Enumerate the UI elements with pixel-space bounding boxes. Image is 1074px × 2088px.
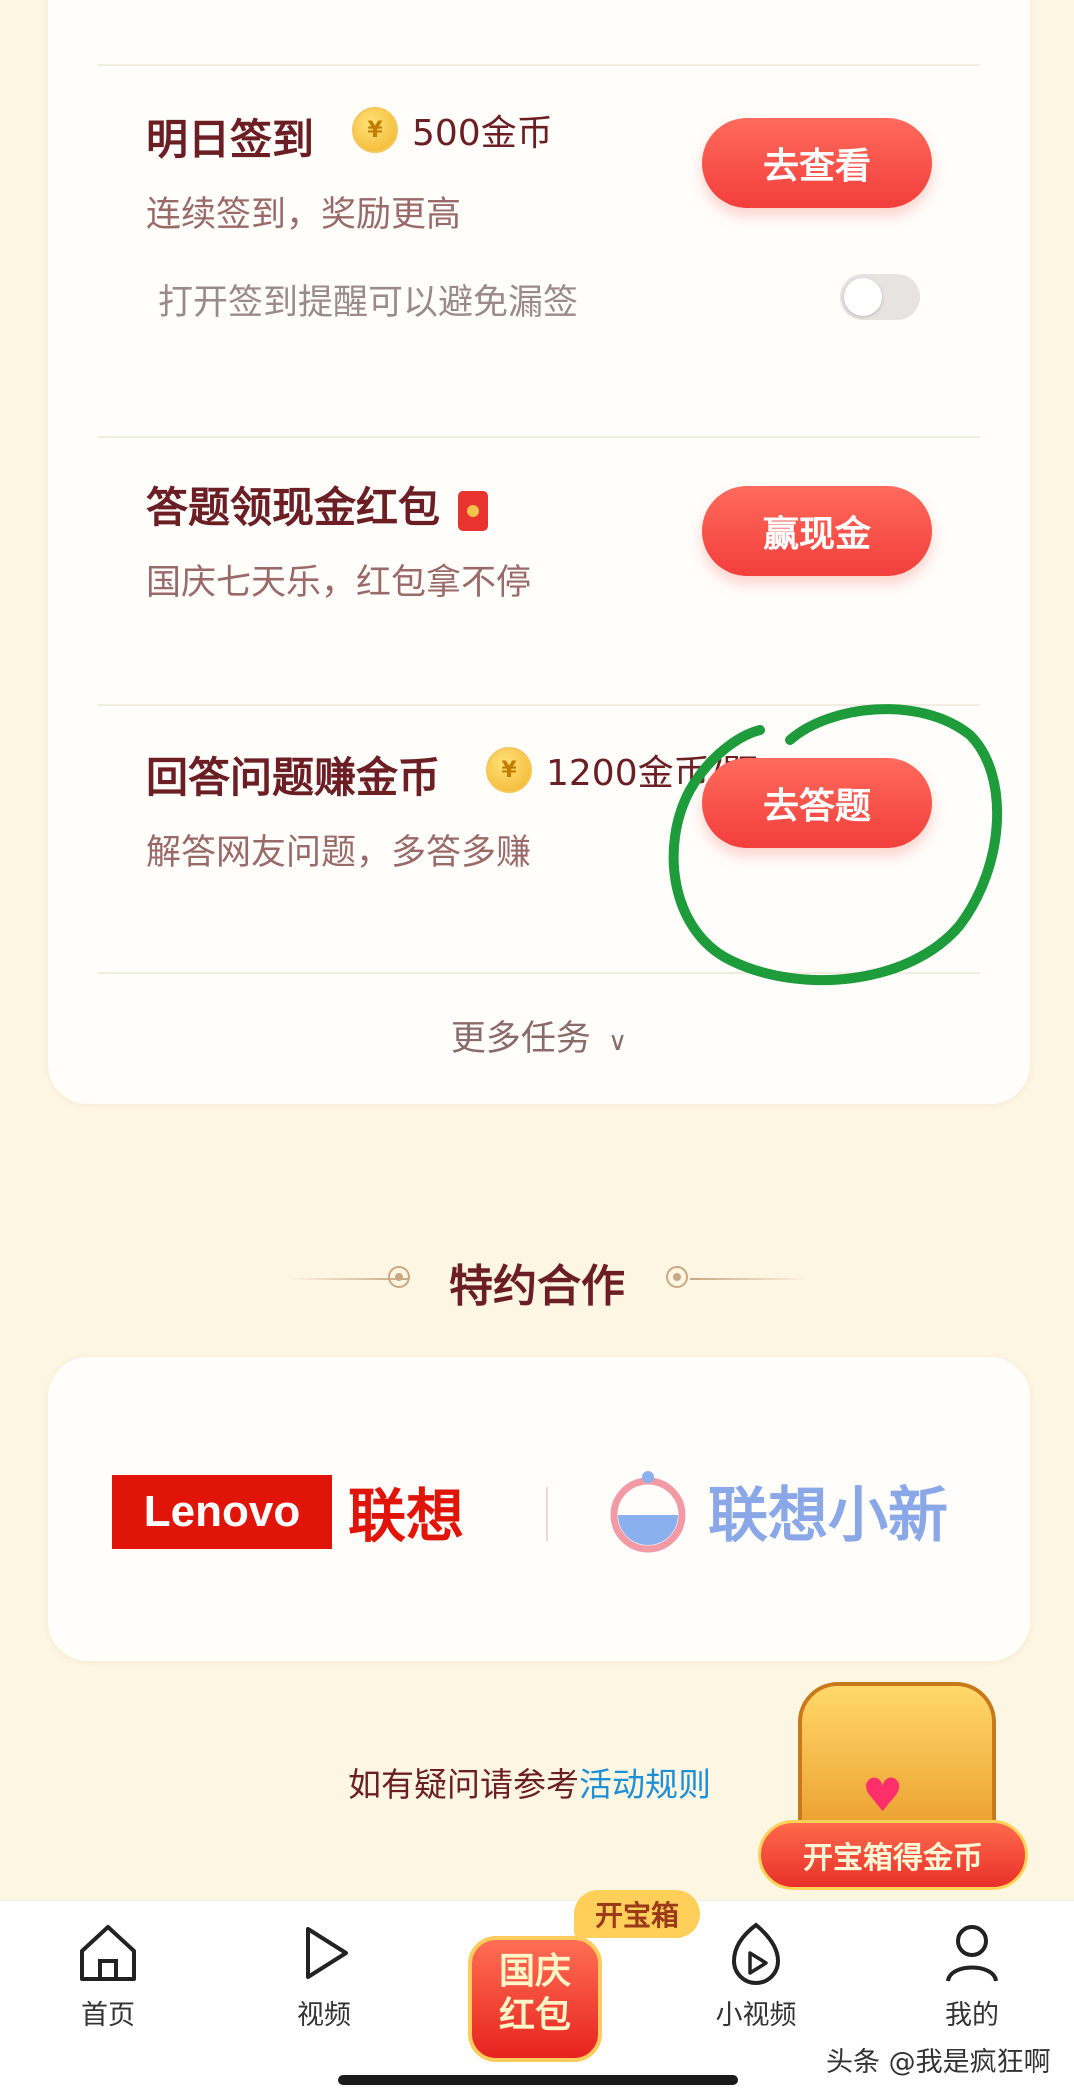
tab-label: 小视频: [715, 2000, 797, 2031]
ornament-dot: [666, 1266, 688, 1288]
task-quiz-redpacket: 答题领现金红包 国庆七天乐，红包拿不停 赢现金: [98, 436, 980, 704]
win-cash-button[interactable]: 赢现金: [702, 486, 932, 576]
annotation-circle: [668, 704, 1003, 986]
tab-label: 首页: [81, 2000, 135, 2031]
activity-rules-link[interactable]: 活动规则: [579, 1765, 711, 1804]
tab-video[interactable]: 视频: [244, 1901, 404, 2088]
open-chest-badge[interactable]: 开宝箱: [574, 1890, 700, 1938]
home-icon: [80, 1925, 136, 1981]
task-title-text: 答题领现金红包: [146, 483, 441, 532]
tab-small-video[interactable]: 小视频: [676, 1901, 836, 2088]
open-chest-button[interactable]: 开宝箱得金币: [758, 1820, 1028, 1890]
reminder-toggle[interactable]: [840, 274, 920, 320]
tab-national-day-redpacket[interactable]: 国庆 红包: [460, 1928, 610, 2078]
treasure-chest-widget[interactable]: ♥ 开宝箱得金币: [758, 1660, 1028, 1890]
task-subtitle: 解答网友问题，多答多赚: [146, 833, 532, 873]
chevron-down-icon: ∨: [608, 1027, 628, 1057]
ornament-right: [690, 1278, 810, 1280]
tab-home[interactable]: 首页: [28, 1901, 188, 2088]
reminder-label: 打开签到提醒可以避免漏签: [158, 283, 579, 323]
red-packet-icon: [458, 490, 489, 531]
task-title: 明日签到: [146, 115, 315, 164]
user-icon: [946, 1925, 998, 1982]
coin-icon: ¥: [486, 747, 532, 793]
help-label: 如有疑问请参考: [348, 1765, 579, 1804]
task-title: 回答问题赚金币: [146, 753, 441, 802]
tab-label: 视频: [297, 2000, 351, 2031]
watermark: 头条 @我是疯狂啊: [826, 2047, 1051, 2078]
help-text: 如有疑问请参考活动规则: [348, 1758, 711, 1806]
center-line-2: 红包: [498, 1995, 571, 2036]
task-checkin: 明日签到 ¥ 500金币 连续签到，奖励更高 去查看 打开签到提醒可以避免漏签: [98, 64, 980, 436]
partner-card: Lenovo 联想 联想小新: [48, 1357, 1030, 1661]
reward-amount: 500金币: [412, 113, 553, 154]
lenovo-cn-logo: 联想: [348, 1482, 465, 1550]
task-reward: ¥ 500金币: [352, 104, 553, 156]
logo-divider: [546, 1487, 548, 1541]
play-icon: [306, 1927, 348, 1979]
tab-label: 我的: [945, 2000, 999, 2031]
lenovo-logo: Lenovo: [112, 1475, 332, 1549]
toggle-knob: [844, 278, 882, 316]
task-subtitle: 国庆七天乐，红包拿不停: [146, 563, 532, 603]
small-video-icon: [731, 1922, 781, 1985]
section-title: 特约合作: [449, 1261, 625, 1312]
more-tasks-label: 更多任务: [450, 1019, 591, 1059]
heart-icon: ♥: [862, 1768, 904, 1822]
xiaoxin-text-logo: 联想小新: [708, 1481, 948, 1551]
more-tasks-link[interactable]: 更多任务 ∨: [48, 1010, 1030, 1061]
center-line-1: 国庆: [498, 1951, 571, 1992]
home-indicator[interactable]: [338, 2075, 738, 2085]
center-tab-label: 国庆 红包: [468, 1950, 602, 2038]
task-title: 答题领现金红包: [146, 474, 489, 535]
view-button[interactable]: 去查看: [702, 118, 932, 208]
xiaoxin-logo-icon: [610, 1471, 686, 1553]
task-subtitle: 连续签到，奖励更高: [146, 195, 462, 235]
coin-icon: ¥: [352, 107, 398, 153]
